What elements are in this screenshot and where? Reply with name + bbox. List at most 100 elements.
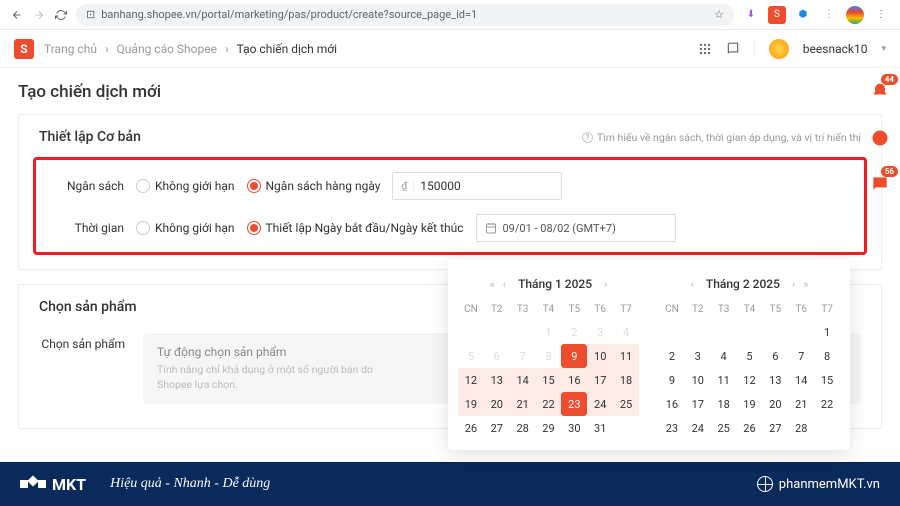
calendar-day[interactable]: 11 [613, 344, 639, 368]
shopee-logo[interactable]: S [14, 39, 34, 59]
calendar-day[interactable]: 5 [737, 344, 763, 368]
calendar-day[interactable]: 21 [510, 392, 536, 416]
calendar-day[interactable]: 14 [510, 368, 536, 392]
calendar-day[interactable]: 3 [685, 344, 711, 368]
ext-icon-1[interactable]: ⬇ [742, 6, 760, 24]
reload-button[interactable] [54, 8, 68, 22]
calendar-day [659, 320, 685, 344]
calendar-day[interactable]: 30 [561, 416, 587, 440]
book-icon[interactable] [726, 42, 740, 56]
budget-input[interactable]: ₫ 150000 [392, 172, 562, 200]
footer-link[interactable]: phanmemMKT.vn [757, 476, 880, 492]
ext-icon-4[interactable]: ⋮ [820, 6, 838, 24]
calendar-day[interactable]: 9 [659, 368, 685, 392]
profile-icon[interactable] [846, 6, 864, 24]
calendar-day[interactable]: 24 [587, 392, 613, 416]
calendar-day[interactable]: 28 [510, 416, 536, 440]
back-button[interactable] [10, 8, 24, 22]
calendar-day[interactable]: 7 [510, 344, 536, 368]
calendar-day[interactable]: 17 [685, 392, 711, 416]
calendar-day[interactable]: 12 [737, 368, 763, 392]
budget-unlimited-radio[interactable]: Không giới hạn [136, 179, 235, 193]
calendar-day[interactable]: 22 [814, 392, 840, 416]
calendar-day[interactable]: 17 [587, 368, 613, 392]
calendar-day[interactable]: 18 [613, 368, 639, 392]
calendar-day[interactable]: 21 [788, 392, 814, 416]
calendar-day[interactable]: 20 [762, 392, 788, 416]
calendar-day[interactable]: 13 [484, 368, 510, 392]
calendar-day[interactable]: 18 [711, 392, 737, 416]
calendar-day[interactable]: 7 [788, 344, 814, 368]
breadcrumb-ads[interactable]: Quảng cáo Shopee [117, 42, 217, 56]
calendar-day[interactable]: 13 [762, 368, 788, 392]
calendar-day[interactable]: 31 [587, 416, 613, 440]
calendar-day[interactable]: 24 [685, 416, 711, 440]
calendar-day[interactable]: 25 [711, 416, 737, 440]
url-bar[interactable]: ⊡ banhang.shopee.vn/portal/marketing/pas… [76, 4, 734, 26]
calendar-day[interactable]: 19 [458, 392, 484, 416]
calendar-day[interactable]: 28 [788, 416, 814, 440]
calendar-day[interactable]: 6 [762, 344, 788, 368]
username[interactable]: beesnack10 [803, 42, 868, 56]
calendar-day[interactable]: 26 [737, 416, 763, 440]
prev-month-inner-button[interactable]: ‹ [689, 278, 696, 291]
calendar-day[interactable]: 1 [536, 320, 562, 344]
calendar-day[interactable]: 8 [814, 344, 840, 368]
calendar-day[interactable]: 22 [536, 392, 562, 416]
calendar-day [484, 320, 510, 344]
time-unlimited-radio[interactable]: Không giới hạn [136, 221, 235, 235]
calendar-day[interactable]: 3 [587, 320, 613, 344]
apps-icon[interactable] [698, 42, 712, 56]
prev-month-button[interactable]: ‹ [501, 278, 508, 291]
calendar-day[interactable]: 4 [613, 320, 639, 344]
basic-settings-hint[interactable]: ? Tìm hiểu về ngân sách, thời gian áp dụ… [582, 131, 861, 144]
calendar-day[interactable]: 10 [587, 344, 613, 368]
calendar-day[interactable]: 14 [788, 368, 814, 392]
chevron-down-icon[interactable]: ▾ [881, 44, 886, 54]
avatar[interactable] [769, 39, 789, 59]
prev-year-button[interactable]: « [488, 278, 497, 291]
calendar-day[interactable]: 8 [536, 344, 562, 368]
calendar-day[interactable]: 16 [659, 392, 685, 416]
date-range-value: 09/01 - 08/02 (GMT+7) [503, 222, 616, 235]
calendar-day[interactable]: 15 [536, 368, 562, 392]
calendar-day[interactable]: 20 [484, 392, 510, 416]
time-range-radio[interactable]: Thiết lập Ngày bắt đầu/Ngày kết thúc [247, 221, 464, 235]
menu-icon[interactable]: ⋮ [872, 6, 890, 24]
ext-icon-3[interactable]: ⬢ [794, 6, 812, 24]
calendar-day[interactable]: 12 [458, 368, 484, 392]
calendar-day[interactable]: 1 [814, 320, 840, 344]
calendar-day[interactable]: 6 [484, 344, 510, 368]
calendar-day[interactable]: 29 [536, 416, 562, 440]
star-icon[interactable]: ☆ [714, 8, 724, 21]
calendar-day[interactable]: 4 [711, 344, 737, 368]
notification-bell[interactable]: 44 [868, 80, 892, 104]
forward-button[interactable] [32, 8, 46, 22]
calendar-day[interactable]: 23 [561, 392, 587, 416]
breadcrumb-home[interactable]: Trang chủ [44, 42, 97, 56]
calendar-day[interactable]: 2 [561, 320, 587, 344]
calendar-day[interactable]: 15 [814, 368, 840, 392]
breadcrumb-current: Tạo chiến dịch mới [237, 42, 337, 56]
calendar-day[interactable]: 23 [659, 416, 685, 440]
calendar-day[interactable]: 25 [613, 392, 639, 416]
chat-button[interactable]: 56 [868, 172, 892, 196]
headset-button[interactable] [868, 126, 892, 150]
calendar-day[interactable]: 19 [737, 392, 763, 416]
next-month-inner-button[interactable]: › [602, 278, 609, 291]
ext-icon-2[interactable]: S [768, 6, 786, 24]
calendar-dow: T4 [536, 298, 562, 320]
calendar-day[interactable]: 5 [458, 344, 484, 368]
next-year-button[interactable]: » [801, 278, 810, 291]
calendar-day[interactable]: 27 [762, 416, 788, 440]
next-month-button[interactable]: › [790, 278, 797, 291]
calendar-day[interactable]: 11 [711, 368, 737, 392]
calendar-day[interactable]: 27 [484, 416, 510, 440]
calendar-day[interactable]: 9 [561, 344, 587, 368]
calendar-day[interactable]: 16 [561, 368, 587, 392]
date-range-input[interactable]: 09/01 - 08/02 (GMT+7) [476, 214, 676, 242]
calendar-day[interactable]: 10 [685, 368, 711, 392]
calendar-day[interactable]: 2 [659, 344, 685, 368]
budget-daily-radio[interactable]: Ngân sách hàng ngày [247, 179, 381, 193]
calendar-day[interactable]: 26 [458, 416, 484, 440]
